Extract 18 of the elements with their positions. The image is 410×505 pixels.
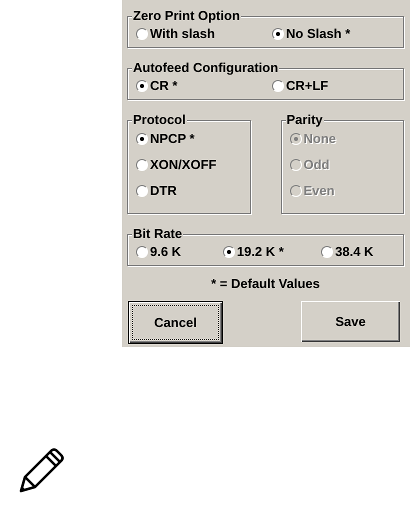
radio-option[interactable]: DTR bbox=[136, 183, 244, 198]
radio-option[interactable]: 38.4 K bbox=[321, 244, 397, 259]
radio-option[interactable]: With slash bbox=[136, 26, 261, 41]
group-title: Parity bbox=[286, 112, 324, 127]
radio-option[interactable]: 19.2 K * bbox=[222, 244, 310, 259]
default-values-note: * = Default Values bbox=[210, 276, 321, 291]
group-title: Protocol bbox=[132, 112, 187, 127]
radio-option[interactable]: No Slash * bbox=[272, 26, 397, 41]
cancel-button[interactable]: Cancel bbox=[128, 301, 223, 344]
radio-option[interactable]: 9.6 K bbox=[136, 244, 212, 259]
group-title: Autofeed Configuration bbox=[132, 60, 280, 75]
save-button[interactable]: Save bbox=[301, 301, 400, 342]
radio-option[interactable]: NPCP * bbox=[136, 131, 244, 146]
radio-option[interactable]: CR * bbox=[136, 78, 261, 93]
group-title: Zero Print Option bbox=[132, 8, 241, 23]
group-title: Bit Rate bbox=[132, 226, 184, 241]
radio-option[interactable]: CR+LF bbox=[272, 78, 397, 93]
radio-option[interactable]: XON/XOFF bbox=[136, 157, 244, 172]
